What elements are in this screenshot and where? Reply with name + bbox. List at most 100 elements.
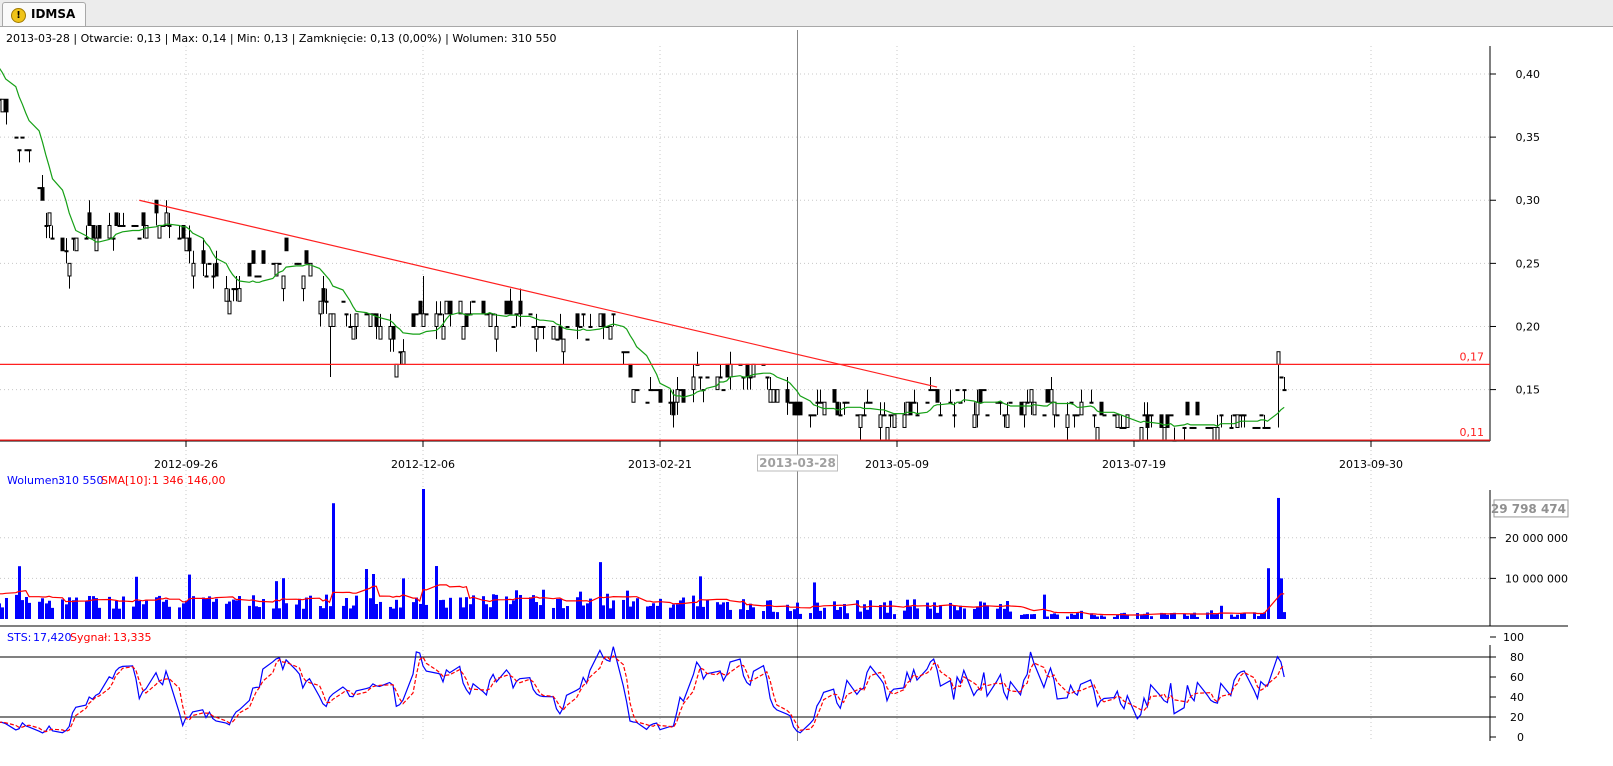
volume-bar — [726, 601, 729, 619]
candle-body — [798, 401, 803, 416]
candle-body — [1169, 414, 1174, 417]
candle-body — [1079, 401, 1084, 416]
volume-bar — [939, 605, 942, 619]
volume-bar — [1257, 616, 1260, 619]
volume-bar — [489, 607, 492, 619]
oscillator-tick-label: 0 — [1517, 731, 1524, 744]
volume-bar — [883, 602, 886, 619]
volume-bar — [425, 604, 428, 619]
volume-bar — [212, 601, 215, 619]
volume-bar — [799, 613, 802, 619]
tab-label: IDMSA — [31, 7, 76, 21]
sts-legend-label: STS: — [7, 631, 31, 644]
volume-bar — [98, 607, 101, 619]
candle-body — [608, 325, 613, 340]
volume-bar — [185, 600, 188, 619]
tab-idmsa[interactable]: ! IDMSA — [2, 2, 86, 26]
volume-bar — [365, 569, 368, 619]
horizontal-level-label: 0,17 — [1460, 350, 1485, 363]
volume-bar — [459, 597, 462, 619]
volume-bar — [228, 601, 231, 619]
candle-body — [892, 414, 897, 428]
oscillator-tick-label: 80 — [1510, 651, 1524, 664]
volume-bar — [252, 595, 255, 619]
volume-bar — [469, 604, 472, 619]
volume-bar — [986, 605, 989, 619]
volume-bar — [345, 598, 348, 619]
volume-bar — [552, 607, 555, 619]
price-tick-label: 0,15 — [1516, 384, 1541, 397]
volume-bar — [539, 605, 542, 619]
price-panel[interactable]: 0,40 0,35 0,30 0,25 0,20 0,15 2012-09-26 2012-1… — [0, 27, 1541, 472]
volume-bar — [389, 606, 392, 619]
candle-body — [1045, 389, 1050, 403]
volume-legend-label: Wolumen: — [7, 474, 62, 487]
candle-body — [4, 98, 9, 113]
oscillator-panel[interactable]: 100 80 60 40 20 0 — [0, 631, 1524, 744]
candle-body — [1195, 401, 1200, 416]
volume-bar — [445, 607, 448, 619]
candle-body — [718, 376, 723, 379]
volume-bar — [302, 608, 305, 619]
volume-bar — [88, 595, 91, 619]
volume-tick-label: 20 000 000 — [1505, 532, 1568, 545]
candle-body — [318, 300, 323, 315]
candle-body — [585, 338, 590, 341]
volume-bar — [776, 612, 779, 619]
candle-body — [1149, 414, 1154, 417]
candle-body — [331, 313, 336, 327]
volume-bar — [846, 613, 849, 619]
candle-body — [247, 262, 252, 277]
candle-body — [364, 313, 369, 316]
horizontal-level-label: 0,11 — [1460, 426, 1485, 439]
candle-body — [47, 212, 52, 226]
candle-body — [955, 389, 960, 392]
volume-panel[interactable]: 20 000 000 10 000 000 29 798 474 — [0, 489, 1569, 627]
volume-bar — [1020, 614, 1023, 619]
volume-bar — [979, 601, 982, 619]
volume-bar — [1216, 614, 1219, 619]
candle-body — [27, 149, 32, 152]
volume-bar — [816, 602, 819, 619]
volume-bar — [1006, 601, 1009, 619]
volume-bar — [646, 606, 649, 619]
candle-body — [1052, 401, 1057, 416]
volume-bar — [352, 605, 355, 619]
volume-bar — [1113, 616, 1116, 619]
candle-body — [1276, 351, 1281, 365]
candle-body — [324, 300, 329, 303]
candle-body — [551, 325, 556, 340]
time-tick-label: 2012-12-06 — [391, 458, 455, 471]
candle-body — [257, 275, 262, 278]
candle-body — [164, 212, 169, 226]
volume-bar — [836, 609, 839, 619]
candle-body — [481, 300, 486, 315]
volume-bar — [235, 600, 238, 619]
candle-body — [354, 313, 359, 327]
signal-line — [0, 655, 1285, 733]
price-tick-label: 0,40 — [1516, 68, 1541, 81]
volume-bar — [702, 606, 705, 619]
oscillator-tick-label: 40 — [1510, 691, 1524, 704]
candle-body — [201, 250, 206, 264]
candle-body — [902, 414, 907, 428]
candle-body — [575, 313, 580, 327]
candle-body — [321, 288, 326, 302]
signal-legend-value: 13,335 — [113, 631, 152, 644]
candle-body — [1099, 401, 1104, 416]
stock-chart[interactable]: 0,40 0,35 0,30 0,25 0,20 0,15 2012-09-26 2012-1… — [0, 27, 1613, 766]
candle-body — [534, 325, 539, 340]
volume-bar — [833, 601, 836, 619]
volume-bar — [983, 602, 986, 619]
volume-bar — [739, 609, 742, 619]
candle-body — [785, 389, 790, 403]
volume-tick-label: 10 000 000 — [1505, 572, 1568, 585]
candle-body — [812, 414, 817, 417]
candle-body — [978, 389, 983, 403]
volume-bar — [1030, 614, 1033, 619]
candle-body — [378, 325, 383, 340]
volume-bar — [762, 611, 765, 619]
volume-bar — [122, 596, 125, 619]
price-tick-label: 0,30 — [1516, 194, 1541, 207]
candle-body — [671, 401, 676, 416]
